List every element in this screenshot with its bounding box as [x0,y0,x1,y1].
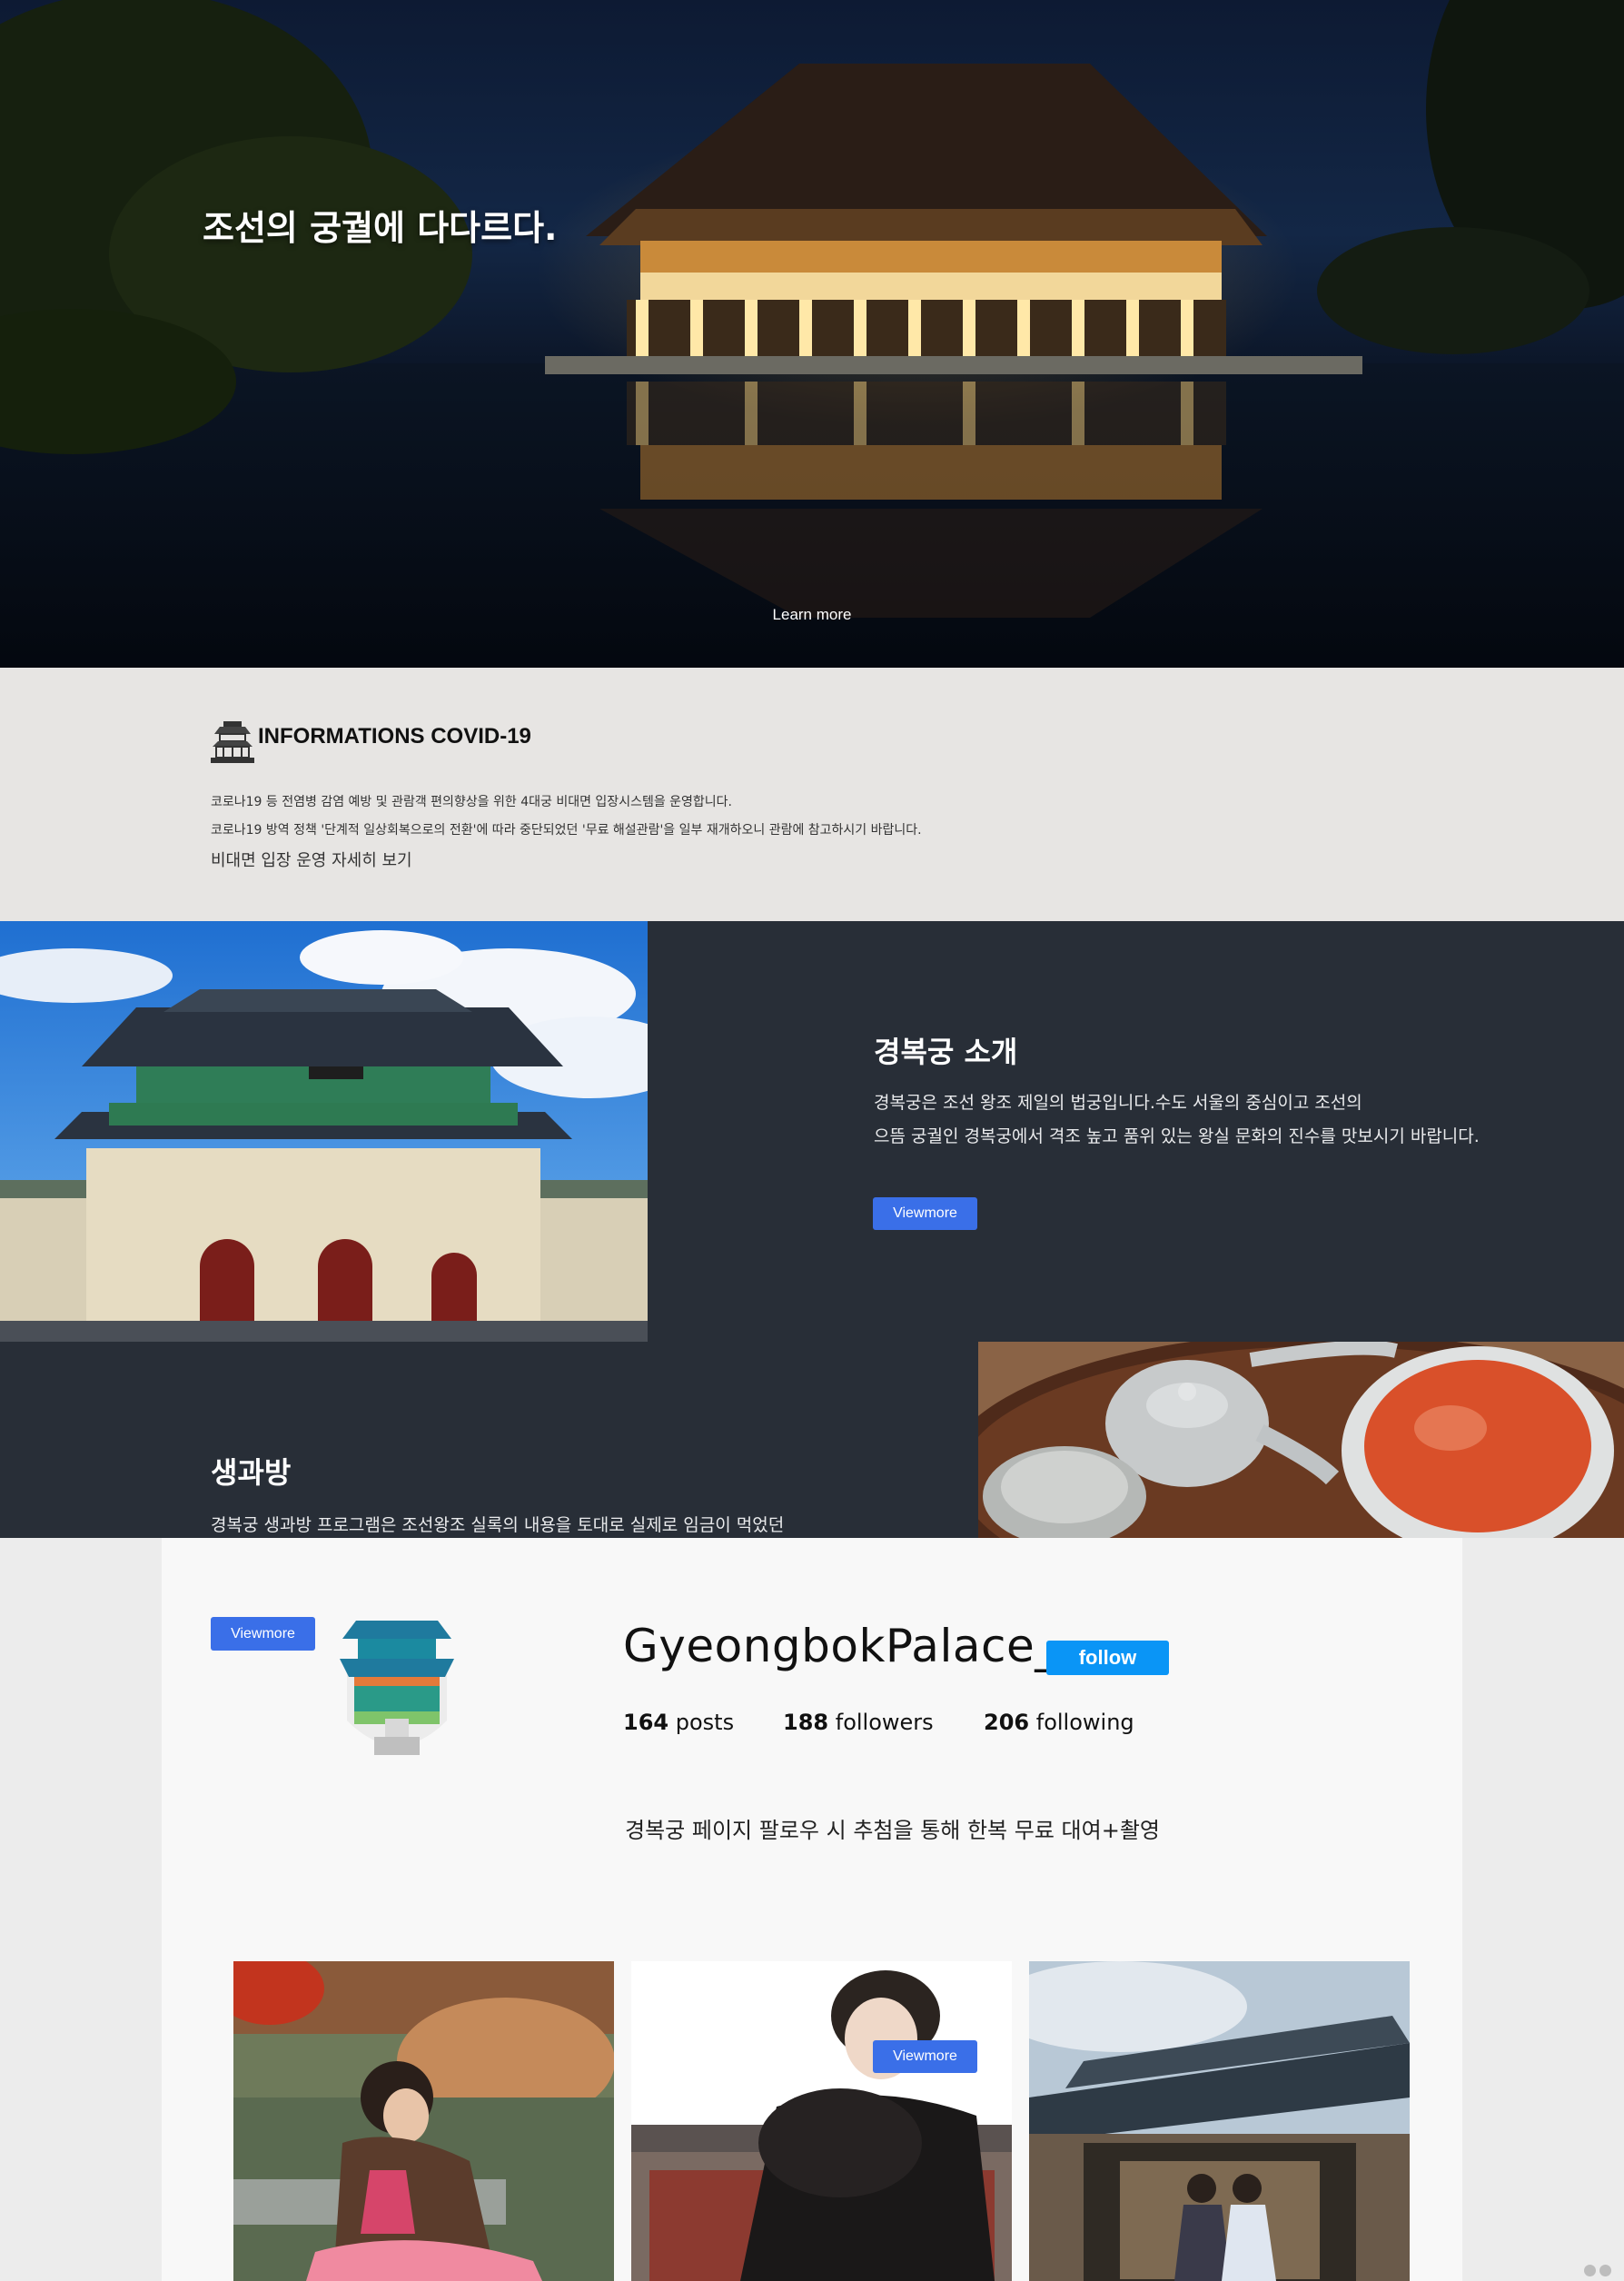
saenggwabang-text: 경복궁 생과방 프로그램은 조선왕조 실록의 내용을 토대로 실제로 임금이 먹… [211,1515,785,1535]
gallery-photo-hanbok-sitting[interactable] [233,1961,614,2281]
hero-palace-image [0,0,1624,668]
followers-stat[interactable]: 188 followers [783,1710,934,1735]
following-stat[interactable]: 206 following [984,1710,1134,1735]
scroll-dot[interactable] [1599,2265,1611,2276]
intro-viewmore-button[interactable]: Viewmore [873,1197,977,1230]
profile-username: GyeongbokPalace_ [623,1620,1058,1672]
profile-viewmore-button[interactable]: Viewmore [211,1617,315,1651]
posts-stat: 164 posts [623,1710,734,1735]
posts-label: posts [675,1710,735,1735]
saenggwabang-title: 생과방 [211,1455,292,1490]
covid-title: INFORMATIONS COVID-19 [258,724,531,749]
followers-label: followers [835,1710,934,1735]
contactless-entry-link[interactable]: 비대면 입장 운영 자세히 보기 [211,848,412,871]
scroll-dot[interactable] [1584,2265,1596,2276]
palace-icon [211,721,254,763]
intro-text-line-1: 경복궁은 조선 왕조 제일의 법궁입니다.수도 서울의 중심이고 조선의 [874,1093,1362,1113]
tea-set-image [978,1342,1624,1538]
posts-count: 164 [623,1710,669,1735]
intro-text-line-2: 으뜸 궁궐인 경복궁에서 격조 높고 품위 있는 왕실 문화의 진수를 맛보시기… [874,1126,1480,1146]
intro-title: 경복궁 소개 [874,1035,1018,1069]
scroll-indicator[interactable] [1584,2263,1615,2280]
learn-more-link[interactable]: Learn more [0,606,1624,624]
gallery-photo-palace-couple[interactable] [1029,1961,1410,2281]
following-count: 206 [984,1710,1030,1735]
hero-title: 조선의 궁궐에 다다르다. [203,208,558,248]
gallery-viewmore-button[interactable]: Viewmore [873,2040,977,2073]
covid-notice-line-2: 코로나19 방역 정책 '단계적 일상회복으로의 전환'에 따라 중단되었던 '… [211,823,922,838]
profile-bio: 경복궁 페이지 팔로우 시 추첨을 통해 한복 무료 대여+촬영 [625,1818,1160,1843]
avatar [340,1621,454,1755]
covid-notice-line-1: 코로나19 등 전염병 감염 예방 및 관람객 편의향상을 위한 4대궁 비대면… [211,795,733,809]
followers-count: 188 [783,1710,829,1735]
gallery-photo-fur-coat[interactable] [631,1961,1012,2281]
following-label: following [1035,1710,1134,1735]
hero-section: 조선의 궁궐에 다다르다. Learn more [0,0,1624,668]
gwanghwamun-gate-image [0,921,648,1342]
follow-button[interactable]: follow [1046,1641,1169,1675]
